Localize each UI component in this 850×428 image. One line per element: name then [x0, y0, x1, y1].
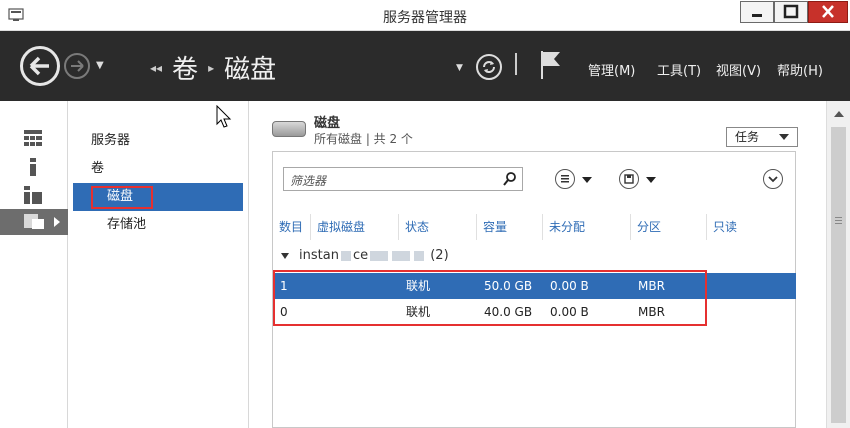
expand-arrow-icon [54, 217, 60, 227]
menu-help[interactable]: 帮助(H) [777, 60, 823, 79]
minimize-icon [752, 14, 762, 17]
column-capacity[interactable]: 容量 [477, 214, 543, 240]
menu-tools[interactable]: 工具(T) [657, 60, 701, 79]
refresh-button[interactable] [476, 54, 502, 80]
local-server-icon [30, 158, 36, 176]
rail-file-storage[interactable] [0, 209, 68, 235]
group-header[interactable]: instan ce (2) [281, 248, 449, 263]
collapse-triangle-icon[interactable] [281, 252, 289, 259]
mouse-cursor-icon [216, 105, 232, 128]
breadcrumb-overflow-icon[interactable]: ◂◂ [150, 61, 162, 75]
breadcrumb-disks: 磁盘 [224, 55, 277, 85]
title-bar: 服务器管理器 [0, 0, 850, 31]
scrollbar-grip-icon [835, 217, 842, 218]
back-button[interactable] [20, 46, 60, 86]
column-number[interactable]: 数目 [273, 214, 311, 240]
scroll-up-icon[interactable] [834, 111, 844, 117]
group-count: (2) [430, 248, 449, 263]
breadcrumb-separator-icon: ▸ [208, 60, 215, 75]
toolbar-divider [515, 53, 517, 75]
filter-input[interactable]: 筛选器 [283, 167, 523, 191]
nav-item-servers[interactable]: 服务器 [73, 127, 243, 155]
group-label: instan [299, 248, 339, 263]
tasks-dropdown[interactable]: 任务 [726, 127, 798, 147]
column-partition[interactable]: 分区 [631, 214, 707, 240]
forward-arrow-icon [71, 60, 84, 72]
section-title: 磁盘 [314, 116, 341, 131]
save-icon [624, 174, 634, 184]
breadcrumb: ◂◂ 卷 ▸ 磁盘 [150, 49, 276, 86]
disks-panel: 筛选器 数目 虚拟磁盘 状态 容量 未分配 分区 只读 instan ce (2… [272, 151, 796, 428]
minimize-button[interactable] [740, 1, 774, 23]
chevron-down-icon [768, 176, 778, 183]
redacted-text [370, 250, 389, 261]
save-query-dropdown-icon[interactable] [646, 177, 656, 183]
filter-placeholder: 筛选器 [290, 174, 327, 188]
save-query-button[interactable] [619, 169, 639, 189]
group-label-mid: ce [352, 248, 369, 263]
disk-icon [272, 121, 306, 137]
file-storage-icon [24, 214, 44, 229]
column-readonly[interactable]: 只读 [707, 214, 795, 240]
expand-collapse-button[interactable] [763, 169, 783, 189]
column-unallocated[interactable]: 未分配 [543, 214, 631, 240]
window-title: 服务器管理器 [383, 10, 467, 26]
nav-item-storage-pools[interactable]: 存储池 [73, 211, 243, 239]
vertical-scrollbar[interactable] [826, 101, 850, 428]
menu-manage[interactable]: 管理(M) [588, 60, 635, 79]
icon-rail [0, 101, 68, 428]
disks-highlight-box [91, 186, 153, 209]
close-icon [822, 5, 834, 18]
back-arrow-icon [29, 56, 49, 76]
list-options-dropdown-icon[interactable] [582, 177, 592, 183]
close-button[interactable] [808, 1, 848, 23]
list-icon [561, 175, 569, 183]
navigation-panel: 服务器 卷 磁盘 存储池 [69, 101, 249, 428]
menu-view[interactable]: 视图(V) [716, 60, 761, 79]
maximize-icon [783, 4, 799, 19]
section-subtitle: 所有磁盘 | 共 2 个 [314, 132, 413, 146]
redacted-text [414, 250, 425, 261]
rail-local-server[interactable] [0, 153, 68, 179]
main-content: 磁盘 所有磁盘 | 共 2 个 任务 筛选器 数目 虚拟磁盘 状态 容量 未分配… [250, 101, 826, 428]
rows-highlight-box [273, 270, 707, 326]
history-dropdown-icon[interactable]: ▼ [96, 60, 104, 71]
refresh-icon [483, 61, 495, 73]
all-servers-icon [24, 186, 42, 204]
forward-button[interactable] [64, 53, 90, 79]
nav-item-volumes[interactable]: 卷 [73, 155, 243, 183]
tasks-label: 任务 [735, 130, 760, 144]
breadcrumb-volumes[interactable]: 卷 [172, 49, 198, 86]
dashboard-icon [24, 130, 42, 146]
column-status[interactable]: 状态 [399, 214, 477, 240]
chevron-down-icon [779, 134, 789, 140]
redacted-text [392, 250, 411, 261]
notifications-flag-icon[interactable] [538, 50, 562, 80]
breadcrumb-dropdown-icon[interactable]: ▼ [456, 63, 463, 73]
list-options-button[interactable] [555, 169, 575, 189]
rail-dashboard[interactable] [0, 125, 68, 151]
rail-all-servers[interactable] [0, 181, 68, 207]
redacted-text [340, 250, 351, 261]
search-icon[interactable] [502, 171, 518, 187]
column-virtual-disk[interactable]: 虚拟磁盘 [311, 214, 399, 240]
header-toolbar: ▼ ◂◂ 卷 ▸ 磁盘 ▼ 管理(M) 工具(T) 视图(V) 帮助(H) [0, 31, 850, 101]
maximize-button[interactable] [774, 1, 808, 23]
scrollbar-thumb[interactable] [831, 127, 846, 423]
